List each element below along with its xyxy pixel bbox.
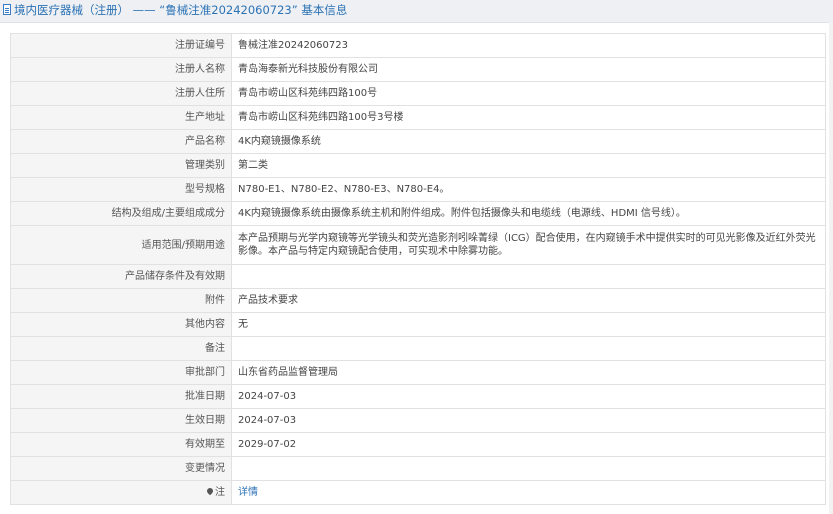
table-row: 变更情况 <box>10 456 826 481</box>
field-value: 青岛市崂山区科苑纬四路100号 <box>231 81 826 106</box>
field-value: 青岛市崂山区科苑纬四路100号3号楼 <box>231 105 826 130</box>
field-value: 产品技术要求 <box>231 288 826 313</box>
field-value <box>231 264 826 289</box>
field-label: 有效期至 <box>10 432 232 457</box>
field-value: 详情 <box>231 480 826 505</box>
table-row: 结构及组成/主要组成成分 4K内窥镜摄像系统由摄像系统主机和附件组成。附件包括摄… <box>10 201 826 226</box>
field-label: 适用范围/预期用途 <box>10 225 232 265</box>
document-icon <box>3 4 11 15</box>
field-label: 管理类别 <box>10 153 232 178</box>
table-row: 其他内容 无 <box>10 312 826 337</box>
field-label: 型号规格 <box>10 177 232 202</box>
field-label: 注 <box>215 487 225 498</box>
table-row: 备注 <box>10 336 826 361</box>
table-row: 注册人名称 青岛海泰新光科技股份有限公司 <box>10 57 826 82</box>
field-value: 4K内窥镜摄像系统由摄像系统主机和附件组成。附件包括摄像头和电缆线（电源线、HD… <box>231 201 826 226</box>
field-value: 第二类 <box>231 153 826 178</box>
table-row: 产品名称 4K内窥镜摄像系统 <box>10 129 826 154</box>
field-label: 生产地址 <box>10 105 232 130</box>
field-label: 附件 <box>10 288 232 313</box>
scrollbar-track[interactable] <box>829 22 833 514</box>
field-label: 变更情况 <box>10 456 232 481</box>
table-row: 有效期至 2029-07-02 <box>10 432 826 457</box>
field-label: 注册人住所 <box>10 81 232 106</box>
field-label: 生效日期 <box>10 408 232 433</box>
table-row: 适用范围/预期用途 本产品预期与光学内窥镜等光学镜头和荧光造影剂吲哚菁绿（ICG… <box>10 225 826 265</box>
field-label: 产品储存条件及有效期 <box>10 264 232 289</box>
field-value: 4K内窥镜摄像系统 <box>231 129 826 154</box>
field-label: 批准日期 <box>10 384 232 409</box>
page-title: 境内医疗器械（注册） —— “鲁械注准20242060723” 基本信息 <box>14 3 348 17</box>
table-row: 注 详情 <box>10 480 826 505</box>
field-value <box>231 336 826 361</box>
table-row: 附件 产品技术要求 <box>10 288 826 313</box>
pin-icon <box>205 486 215 496</box>
note-label-cell: 注 <box>10 480 232 505</box>
field-label: 结构及组成/主要组成成分 <box>10 201 232 226</box>
field-value: 鲁械注准20242060723 <box>231 33 826 58</box>
table-row: 审批部门 山东省药品监督管理局 <box>10 360 826 385</box>
registration-info-table: 注册证编号 鲁械注准20242060723 注册人名称 青岛海泰新光科技股份有限… <box>10 33 826 505</box>
details-link[interactable]: 详情 <box>238 487 258 498</box>
field-value: 本产品预期与光学内窥镜等光学镜头和荧光造影剂吲哚菁绿（ICG）配合使用，在内窥镜… <box>231 225 826 265</box>
field-value: 2029-07-02 <box>231 432 826 457</box>
field-value <box>231 456 826 481</box>
table-row: 型号规格 N780-E1、N780-E2、N780-E3、N780-E4。 <box>10 177 826 202</box>
field-value: 2024-07-03 <box>231 408 826 433</box>
field-value: 无 <box>231 312 826 337</box>
field-value: 青岛海泰新光科技股份有限公司 <box>231 57 826 82</box>
table-row: 生产地址 青岛市崂山区科苑纬四路100号3号楼 <box>10 105 826 130</box>
table-row: 注册人住所 青岛市崂山区科苑纬四路100号 <box>10 81 826 106</box>
field-label: 注册人名称 <box>10 57 232 82</box>
table-row: 生效日期 2024-07-03 <box>10 408 826 433</box>
field-value: N780-E1、N780-E2、N780-E3、N780-E4。 <box>231 177 826 202</box>
field-label: 备注 <box>10 336 232 361</box>
field-label: 产品名称 <box>10 129 232 154</box>
field-label: 注册证编号 <box>10 33 232 58</box>
table-row: 产品储存条件及有效期 <box>10 264 826 289</box>
field-value: 2024-07-03 <box>231 384 826 409</box>
table-row: 批准日期 2024-07-03 <box>10 384 826 409</box>
table-row: 管理类别 第二类 <box>10 153 826 178</box>
page-header: 境内医疗器械（注册） —— “鲁械注准20242060723” 基本信息 <box>0 0 833 23</box>
field-label: 审批部门 <box>10 360 232 385</box>
table-row: 注册证编号 鲁械注准20242060723 <box>10 33 826 58</box>
field-value: 山东省药品监督管理局 <box>231 360 826 385</box>
field-label: 其他内容 <box>10 312 232 337</box>
